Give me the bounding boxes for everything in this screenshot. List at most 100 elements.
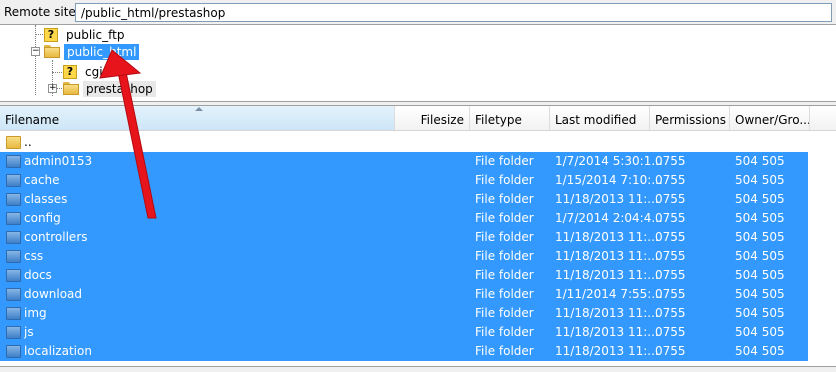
file-row[interactable]: config File folder 1/7/2014 2:04:4... 0755 5…	[0, 209, 836, 228]
file-type: File folder	[475, 192, 534, 206]
folder-icon	[6, 307, 21, 320]
file-permissions: 0755	[655, 249, 686, 263]
file-row[interactable]: docs File folder 11/18/2013 11:... 0755 504 …	[0, 266, 836, 285]
file-type: File folder	[475, 344, 534, 358]
remote-path-input[interactable]	[75, 3, 832, 22]
file-row[interactable]: img File folder 11/18/2013 11:... 0755 504 5…	[0, 304, 836, 323]
file-permissions: 0755	[655, 173, 686, 187]
file-last-modified: 1/15/2014 7:10:...	[555, 173, 663, 187]
file-type: File folder	[475, 154, 534, 168]
selection-highlight	[0, 190, 808, 209]
file-last-modified: 11/18/2013 11:...	[555, 344, 659, 358]
file-last-modified: 1/7/2014 2:04:4...	[555, 211, 663, 225]
file-last-modified: 1/7/2014 5:30:1...	[555, 154, 663, 168]
folder-icon	[6, 136, 21, 149]
tree-connector	[52, 72, 62, 73]
file-type: File folder	[475, 211, 534, 225]
file-type: File folder	[475, 173, 534, 187]
file-last-modified: 11/18/2013 11:...	[555, 192, 659, 206]
file-permissions: 0755	[655, 154, 686, 168]
file-owner-group: 504 505	[735, 306, 785, 320]
file-permissions: 0755	[655, 192, 686, 206]
file-name: js	[24, 325, 34, 339]
file-owner-group: 504 505	[735, 287, 785, 301]
file-name: ..	[24, 135, 32, 149]
column-header-owner-group[interactable]: Owner/Gro...	[730, 106, 810, 130]
column-header-label: Last modified	[555, 113, 637, 127]
tree-item-label: prestashop	[83, 80, 156, 97]
folder-icon	[6, 193, 21, 206]
expand-icon[interactable]: +	[48, 84, 57, 93]
parent-directory-row[interactable]: ..	[0, 133, 836, 152]
selection-highlight	[0, 285, 808, 304]
column-header-filetype[interactable]: Filetype	[470, 106, 550, 130]
remote-site-label: Remote site:	[4, 5, 80, 19]
file-owner-group: 504 505	[735, 344, 785, 358]
folder-icon	[6, 231, 21, 244]
selection-highlight	[0, 247, 808, 266]
remote-directory-tree: − + ? public_ftp public_html ? cgi-b pre…	[0, 24, 836, 102]
file-name: cache	[24, 173, 60, 187]
file-row[interactable]: css File folder 11/18/2013 11:... 0755 504 5…	[0, 247, 836, 266]
file-name: config	[24, 211, 61, 225]
sort-ascending-icon	[195, 107, 203, 111]
file-permissions: 0755	[655, 306, 686, 320]
file-owner-group: 504 505	[735, 268, 785, 282]
column-header-label: Filesize	[420, 113, 464, 127]
file-row[interactable]: controllers File folder 11/18/2013 11:... 0…	[0, 228, 836, 247]
tree-item-public-html[interactable]: public_html	[44, 42, 140, 61]
file-last-modified: 1/11/2014 7:55:...	[555, 287, 663, 301]
folder-icon	[6, 345, 21, 358]
file-permissions: 0755	[655, 230, 686, 244]
file-row[interactable]: js File folder 11/18/2013 11:... 0755 504 50…	[0, 323, 836, 342]
column-header-filesize[interactable]: Filesize	[395, 106, 470, 130]
file-row[interactable]: classes File folder 11/18/2013 11:... 0755 5…	[0, 190, 836, 209]
folder-icon	[6, 250, 21, 263]
column-header-label: Permissions	[655, 113, 726, 127]
folder-icon	[6, 288, 21, 301]
folder-icon	[6, 326, 21, 339]
column-header-last-modified[interactable]: Last modified	[550, 106, 650, 130]
file-name: download	[24, 287, 83, 301]
tree-connector	[35, 25, 36, 95]
file-permissions: 0755	[655, 268, 686, 282]
file-row[interactable]: cache File folder 1/15/2014 7:10:... 0755 50…	[0, 171, 836, 190]
file-name: css	[24, 249, 44, 263]
file-last-modified: 11/18/2013 11:...	[555, 325, 659, 339]
collapse-icon[interactable]: −	[31, 47, 40, 56]
file-name: admin0153	[24, 154, 93, 168]
file-permissions: 0755	[655, 211, 686, 225]
column-header-permissions[interactable]: Permissions	[650, 106, 730, 130]
selection-highlight	[0, 228, 808, 247]
file-type: File folder	[475, 249, 534, 263]
tree-connector	[57, 88, 62, 89]
file-name: classes	[24, 192, 68, 206]
file-owner-group: 504 505	[735, 154, 785, 168]
panel-splitter[interactable]	[0, 366, 836, 372]
column-header-filename[interactable]: Filename	[0, 106, 395, 130]
file-owner-group: 504 505	[735, 173, 785, 187]
column-header-label: Owner/Gro...	[735, 113, 810, 127]
file-name: img	[24, 306, 47, 320]
selection-highlight	[0, 209, 808, 228]
file-name: docs	[24, 268, 52, 282]
tree-item-prestashop[interactable]: prestashop	[63, 79, 156, 98]
file-owner-group: 504 505	[735, 192, 785, 206]
file-owner-group: 504 505	[735, 249, 785, 263]
question-icon: ?	[44, 27, 58, 42]
folder-icon	[6, 212, 21, 225]
file-type: File folder	[475, 325, 534, 339]
file-last-modified: 11/18/2013 11:...	[555, 268, 659, 282]
file-type: File folder	[475, 230, 534, 244]
column-header-label: Filename	[5, 113, 60, 127]
file-last-modified: 11/18/2013 11:...	[555, 230, 659, 244]
file-owner-group: 504 505	[735, 325, 785, 339]
file-row[interactable]: download File folder 1/11/2014 7:55:... 075…	[0, 285, 836, 304]
file-row[interactable]: admin0153 File folder 1/7/2014 5:30:1... 07…	[0, 152, 836, 171]
file-row[interactable]: localization File folder 11/18/2013 11:...…	[0, 342, 836, 361]
selection-highlight	[0, 171, 808, 190]
file-list-header: Filename Filesize Filetype Last modified…	[0, 106, 836, 131]
folder-icon	[44, 45, 60, 58]
file-type: File folder	[475, 287, 534, 301]
tree-item-label: public_html	[64, 43, 140, 60]
